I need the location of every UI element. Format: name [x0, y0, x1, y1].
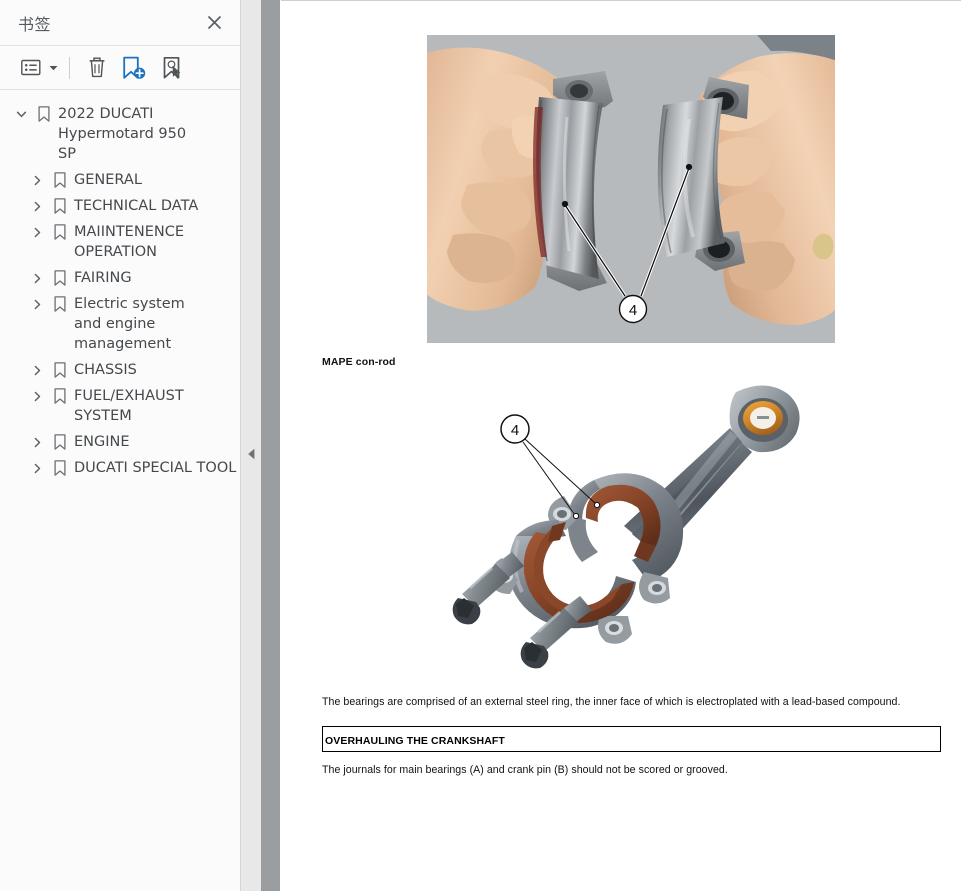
expand-toggle-general[interactable] [26, 170, 48, 190]
panel-scrollbar[interactable] [261, 0, 280, 891]
paragraph-journals: The journals for main bearings (A) and c… [322, 764, 728, 776]
bookmark-options-button[interactable] [16, 53, 46, 83]
expand-toggle-electric-system[interactable] [26, 294, 48, 314]
bookmarks-tree: 2022 DUCATI Hypermotard 950 SP GENERAL T… [0, 90, 240, 891]
sidebar-item-maintenance-operation[interactable]: MAIINTENENCE OPERATION [0, 219, 240, 265]
sidebar-item-label: TECHNICAL DATA [74, 198, 199, 214]
bookmarks-toolbar [0, 46, 240, 90]
bookmark-pointer-icon [163, 56, 181, 79]
bookmark-icon [54, 460, 66, 476]
bookmark-icon [38, 106, 50, 122]
sidebar-item-label: DUCATI SPECIAL TOOL [74, 460, 237, 476]
bookmark-options-dropdown[interactable] [46, 65, 60, 71]
expand-toggle-fairing[interactable] [26, 268, 48, 288]
sidebar-item-general[interactable]: GENERAL [0, 167, 240, 193]
bookmark-icon [32, 104, 56, 124]
bookmark-icon [54, 172, 66, 188]
bookmark-icon [54, 224, 66, 240]
sidebar-item-label: GENERAL [74, 172, 142, 188]
select-bookmark-button[interactable] [155, 53, 191, 83]
bookmark-icon [48, 222, 72, 242]
sidebar-item-label: MAIINTENENCE OPERATION [74, 224, 184, 260]
bookmark-icon [54, 198, 66, 214]
sidebar-item-technical-data[interactable]: TECHNICAL DATA [0, 193, 240, 219]
expand-toggle-maintenance-operation[interactable] [26, 222, 48, 242]
conrod-illustration: 4 [436, 376, 826, 671]
list-options-icon [21, 59, 41, 76]
expand-toggle-ducati-special-tool[interactable] [26, 458, 48, 478]
panel-splitter[interactable] [241, 0, 261, 891]
sidebar-item-label: CHASSIS [74, 362, 137, 378]
close-icon [207, 15, 221, 30]
photo-illustration: 4 [427, 35, 835, 343]
section-heading-text: OVERHAULING THE CRANKSHAFT [325, 735, 505, 747]
sidebar-item-label: FUEL/EXHAUST SYSTEM [74, 388, 184, 424]
chevron-right-icon [34, 175, 40, 185]
sidebar-item-label: Electric system and engine management [74, 296, 185, 352]
caret-down-icon [49, 65, 57, 70]
chevron-right-icon [34, 463, 40, 473]
add-bookmark-icon [123, 56, 146, 79]
figure-caption: MAPE con-rod [322, 356, 396, 368]
bookmark-icon [54, 388, 66, 404]
bookmark-icon [48, 268, 72, 288]
expand-toggle-technical-data[interactable] [26, 196, 48, 216]
sidebar-item-electric-system[interactable]: Electric system and engine management [0, 291, 240, 357]
expand-toggle-fuel-exhaust-system[interactable] [26, 386, 48, 406]
chevron-right-icon [34, 273, 40, 283]
bookmark-icon [54, 270, 66, 286]
pdf-viewer-window: 书签 2022 DUCATI Hypermotard 950 SP GENERA… [0, 0, 961, 891]
sidebar-item-fairing[interactable]: FAIRING [0, 265, 240, 291]
expand-toggle-engine[interactable] [26, 432, 48, 452]
sidebar-item-ducati-special-tool[interactable]: DUCATI SPECIAL TOOL [0, 455, 240, 481]
paragraph-bearings: The bearings are comprised of an externa… [322, 696, 901, 708]
bookmark-icon [48, 294, 72, 314]
sidebar-item-chassis[interactable]: CHASSIS [0, 357, 240, 383]
add-bookmark-button[interactable] [115, 53, 153, 83]
bookmark-icon [48, 360, 72, 380]
sidebar-item-label: ENGINE [74, 434, 130, 450]
chevron-down-icon [16, 111, 26, 117]
expand-toggle-root[interactable] [10, 104, 32, 124]
pdf-page: 4 MAPE con-rod 4 The bearings are compri… [281, 1, 961, 891]
expand-toggle-chassis[interactable] [26, 360, 48, 380]
tree-item-label-root: 2022 DUCATI Hypermotard 950 SP [58, 106, 187, 162]
close-panel-button[interactable] [202, 11, 226, 35]
bookmark-icon [48, 196, 72, 216]
panel-title: 书签 [18, 14, 52, 34]
bookmarks-panel: 书签 2022 DUCATI Hypermotard 950 SP GENERA… [0, 0, 241, 891]
chevron-right-icon [34, 299, 40, 309]
tree-item-root[interactable]: 2022 DUCATI Hypermotard 950 SP [0, 101, 240, 167]
bookmarks-panel-header: 书签 [0, 0, 240, 46]
delete-bookmark-button[interactable] [81, 53, 113, 83]
figure-conrod-exploded: 4 [436, 376, 826, 671]
chevron-right-icon [34, 201, 40, 211]
collapse-left-arrow-icon [247, 448, 254, 460]
bookmark-icon [48, 432, 72, 452]
chevron-right-icon [34, 391, 40, 401]
document-viewport[interactable]: 4 MAPE con-rod 4 The bearings are compri… [281, 0, 961, 891]
collapse-panel-button[interactable] [245, 447, 257, 461]
svg-text:4: 4 [511, 422, 519, 439]
sidebar-item-fuel-exhaust-system[interactable]: FUEL/EXHAUST SYSTEM [0, 383, 240, 429]
bookmark-icon [48, 458, 72, 478]
chevron-right-icon [34, 437, 40, 447]
bookmark-icon [54, 434, 66, 450]
chevron-right-icon [34, 365, 40, 375]
sidebar-item-label: FAIRING [74, 270, 132, 286]
trash-icon [89, 57, 105, 78]
svg-text:4: 4 [629, 302, 637, 319]
bookmark-icon [48, 386, 72, 406]
toolbar-divider [69, 56, 70, 79]
section-heading-box: OVERHAULING THE CRANKSHAFT [322, 726, 941, 752]
figure-photo-bearing-shells: 4 [427, 35, 835, 343]
bookmark-icon [54, 362, 66, 378]
sidebar-item-engine[interactable]: ENGINE [0, 429, 240, 455]
bookmark-icon [54, 296, 66, 312]
chevron-right-icon [34, 227, 40, 237]
bookmark-icon [48, 170, 72, 190]
panel-splitter-zone [241, 0, 281, 891]
